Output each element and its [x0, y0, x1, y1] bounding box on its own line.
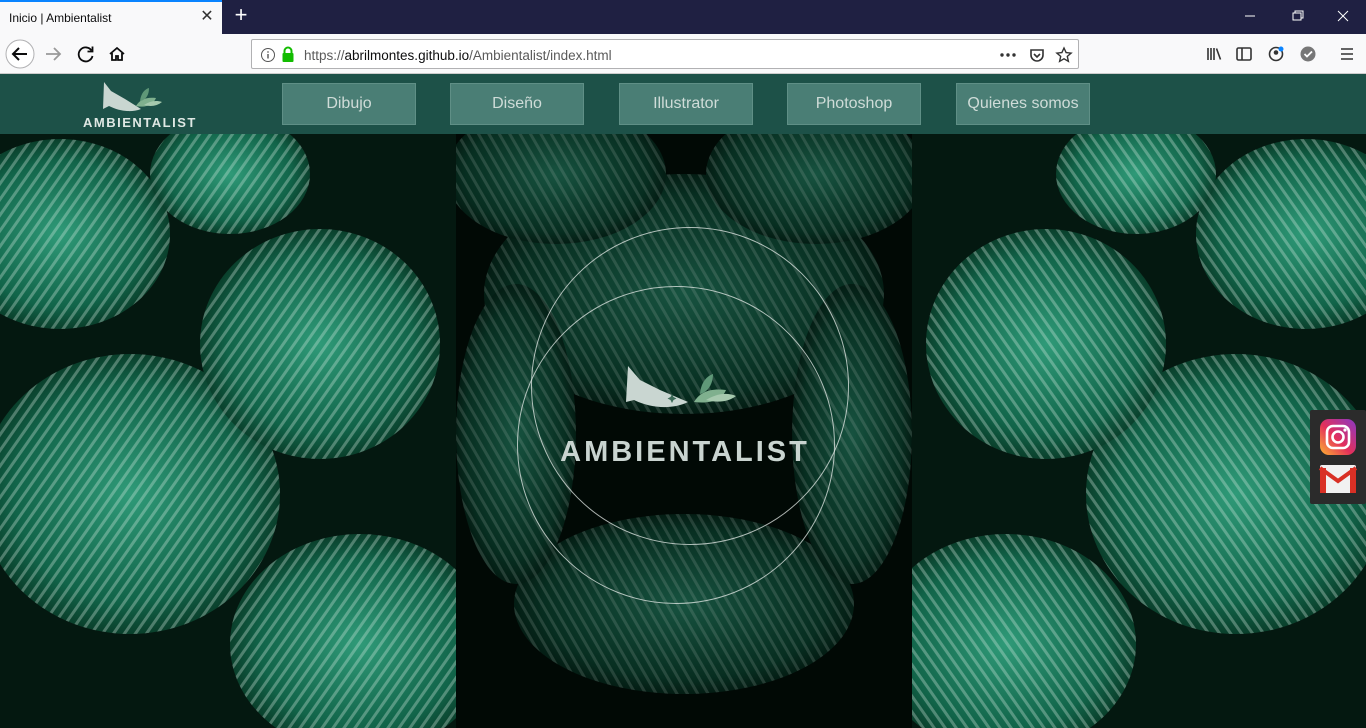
social-sidebar: [1310, 410, 1366, 504]
logo-text: AMBIENTALIST: [83, 115, 197, 130]
nav-illustrator-button[interactable]: Illustrator: [619, 83, 753, 125]
nav-photoshop-button[interactable]: Photoshop: [787, 83, 921, 125]
browser-toolbar: https://abrilmontes.github.io/Ambientali…: [0, 34, 1366, 74]
info-icon[interactable]: [260, 47, 276, 63]
site-header: AMBIENTALIST Dibujo Diseño Illustrator P…: [0, 74, 1366, 134]
close-window-icon[interactable]: [1330, 4, 1356, 28]
nav-quienes-somos-button[interactable]: Quienes somos: [956, 83, 1090, 125]
library-icon[interactable]: [1200, 39, 1230, 69]
tab-strip: Inicio | Ambientalist ✕ +: [0, 0, 1366, 34]
new-tab-icon[interactable]: +: [230, 4, 252, 27]
tab-title: Inicio | Ambientalist: [9, 11, 112, 25]
lock-icon[interactable]: [280, 46, 296, 63]
url-text[interactable]: https://abrilmontes.github.io/Ambientali…: [304, 48, 612, 63]
hero-image-left: [0, 134, 456, 728]
web-page: AMBIENTALIST Dibujo Diseño Illustrator P…: [0, 74, 1366, 728]
back-icon[interactable]: [5, 39, 35, 69]
minimize-icon[interactable]: [1237, 4, 1263, 28]
close-tab-icon[interactable]: ✕: [197, 7, 217, 27]
bookmark-star-icon[interactable]: [1055, 46, 1073, 64]
extension-icon[interactable]: [1293, 39, 1323, 69]
active-tab[interactable]: Inicio | Ambientalist ✕: [0, 0, 222, 34]
reload-icon[interactable]: [71, 39, 101, 69]
gmail-icon[interactable]: [1319, 462, 1357, 496]
hero-title: AMBIENTALIST: [560, 436, 810, 468]
address-bar[interactable]: https://abrilmontes.github.io/Ambientali…: [251, 39, 1079, 69]
home-icon[interactable]: [102, 39, 132, 69]
restore-icon[interactable]: [1284, 4, 1310, 28]
nav-dibujo-button[interactable]: Dibujo: [282, 83, 416, 125]
nav-diseno-button[interactable]: Diseño: [450, 83, 584, 125]
pocket-icon[interactable]: [1028, 46, 1046, 64]
instagram-icon[interactable]: [1319, 418, 1357, 456]
account-icon[interactable]: [1261, 39, 1291, 69]
hero-logo-icon: [626, 366, 736, 408]
forward-icon[interactable]: [38, 39, 68, 69]
page-actions-icon[interactable]: [999, 47, 1017, 63]
hero-section: AMBIENTALIST: [0, 134, 1366, 728]
hero-image-right: [912, 134, 1366, 728]
sidebar-icon[interactable]: [1229, 39, 1259, 69]
menu-icon[interactable]: [1332, 39, 1362, 69]
